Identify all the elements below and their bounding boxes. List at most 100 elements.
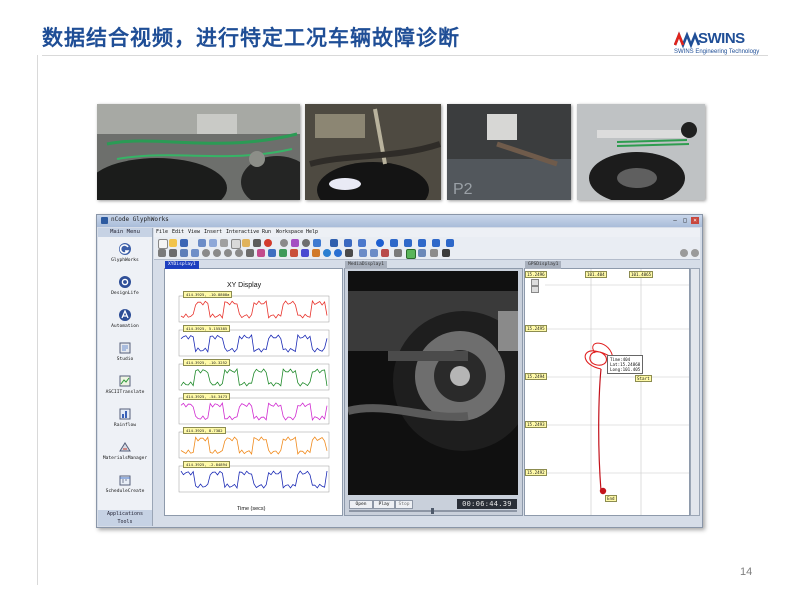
video-stop-button[interactable]: Stop (395, 500, 413, 509)
sidebar-item-schedule-create[interactable]: ScheduleCreate (98, 471, 152, 501)
save-icon[interactable] (180, 239, 188, 247)
sidebar-item-label: Rainflow (113, 423, 137, 428)
rewind-icon[interactable] (390, 239, 398, 247)
open-icon[interactable] (169, 239, 177, 247)
sidebar-tools-tab[interactable]: Tools (98, 518, 152, 526)
arrow-icon[interactable] (442, 249, 450, 257)
step-icon[interactable] (344, 239, 352, 247)
zoom-in-icon[interactable] (202, 249, 210, 257)
gps-map[interactable] (525, 269, 689, 515)
chart-multi-icon[interactable] (301, 249, 309, 257)
marker-icon[interactable] (323, 249, 331, 257)
menu-edit[interactable]: Edit (172, 229, 184, 235)
end-icon[interactable] (446, 239, 454, 247)
cursor-sync-icon[interactable] (334, 249, 342, 257)
sidebar-item-designlife[interactable]: DesignLife (98, 273, 152, 303)
reset-icon[interactable] (381, 249, 389, 257)
svg-text:P2: P2 (453, 181, 473, 198)
print-icon[interactable] (253, 239, 261, 247)
xy-display-chart[interactable] (165, 269, 342, 515)
cursor-read-icon[interactable] (257, 249, 265, 257)
stack-icon[interactable] (279, 249, 287, 257)
channel-label-5: 414.3925, 8.7382 (183, 427, 226, 434)
chart-bar-icon[interactable] (312, 249, 320, 257)
cut-icon[interactable] (220, 239, 228, 247)
stop-run-icon[interactable] (264, 239, 272, 247)
back-icon[interactable] (359, 249, 367, 257)
trace-frame (178, 465, 330, 493)
sidebar-item-label: DesignLife (111, 291, 139, 296)
close-icon[interactable]: × (691, 217, 699, 224)
menu-file[interactable]: File (156, 229, 168, 235)
nav-right-icon[interactable] (691, 249, 699, 257)
gps-pan-up-icon[interactable] (531, 279, 539, 286)
legend-icon[interactable] (430, 249, 438, 257)
play-icon[interactable] (432, 239, 440, 247)
grid-icon[interactable] (394, 249, 402, 257)
media-display-tab[interactable]: MediaDisplay1 (345, 261, 387, 269)
video-controls: Open Play Stop 00:06:44.39 (345, 497, 521, 515)
run-icon[interactable] (330, 239, 338, 247)
zoom-out-icon[interactable] (213, 249, 221, 257)
sidebar-item-ascii-translate[interactable]: ASCIITranslate (98, 372, 152, 402)
menu-view[interactable]: View (188, 229, 200, 235)
paste-icon[interactable] (242, 239, 250, 247)
gps-end-label: End (605, 495, 617, 502)
video-seek-handle[interactable] (431, 508, 434, 514)
channel-label-1: 414.3925, -10.8808a (183, 291, 233, 298)
left-divider (37, 55, 38, 585)
axis-icon[interactable] (418, 249, 426, 257)
chart-line-icon[interactable] (290, 249, 298, 257)
crosshair-icon[interactable] (169, 249, 177, 257)
sidebar-item-studio[interactable]: Studio (98, 339, 152, 369)
sidebar-applications-tab[interactable]: Applications (98, 510, 152, 518)
app-icon (101, 217, 108, 224)
export-icon[interactable] (313, 239, 321, 247)
video-open-button[interactable]: Open (349, 500, 373, 509)
zoom-x-icon[interactable] (224, 249, 232, 257)
gps-display-tab[interactable]: GPSDisplay1 (525, 261, 562, 269)
menu-interactive[interactable]: Interactive (226, 229, 259, 235)
sidebar-item-materials-manager[interactable]: MaterialsManager (98, 438, 152, 468)
video-play-button[interactable]: Play (373, 500, 395, 509)
sidebar-item-rainflow[interactable]: Rainflow (98, 405, 152, 435)
stop-icon[interactable] (404, 239, 412, 247)
xy-display-tab[interactable]: XYDisplay1 (165, 261, 199, 269)
menu-workspace[interactable]: Workspace (276, 229, 303, 235)
maximize-icon[interactable]: □ (681, 217, 689, 224)
automation-icon (119, 309, 131, 321)
cursor-icon[interactable] (158, 249, 166, 257)
pan-icon[interactable] (246, 249, 254, 257)
new-icon[interactable] (158, 239, 168, 249)
video-seek-bar[interactable] (349, 508, 517, 514)
window-scrollbar[interactable] (690, 268, 700, 516)
menu-run[interactable]: Run (262, 229, 271, 235)
workspace-icon[interactable] (291, 239, 299, 247)
copy-icon[interactable] (231, 239, 241, 249)
sidebar-item-automation[interactable]: Automation (98, 306, 152, 336)
gear-icon[interactable] (302, 239, 310, 247)
forward-icon[interactable] (370, 249, 378, 257)
sidebar-item-glyphworks[interactable]: GlyphWorks (98, 240, 152, 270)
fast-forward-icon[interactable] (358, 239, 366, 247)
window-titlebar: nCode GlyphWorks – □ × (97, 215, 702, 227)
minimize-icon[interactable]: – (671, 217, 679, 224)
pause-icon[interactable] (418, 239, 426, 247)
zoom-y-icon[interactable] (235, 249, 243, 257)
redo-icon[interactable] (209, 239, 217, 247)
settings-icon[interactable] (280, 239, 288, 247)
undo-icon[interactable] (198, 239, 206, 247)
rainflow-icon (119, 408, 131, 420)
menu-insert[interactable]: Insert (204, 229, 222, 235)
video-frame[interactable] (348, 271, 518, 495)
trace-frame (178, 363, 330, 391)
menu-help[interactable]: Help (306, 229, 318, 235)
nav-left-icon[interactable] (680, 249, 688, 257)
play-circle-icon[interactable] (376, 239, 384, 247)
overlay-icon[interactable] (268, 249, 276, 257)
sync-icon[interactable] (406, 249, 416, 259)
gps-pan-down-icon[interactable] (531, 286, 539, 293)
fit-icon[interactable] (180, 249, 188, 257)
fit-y-icon[interactable] (191, 249, 199, 257)
link-icon[interactable] (345, 249, 353, 257)
